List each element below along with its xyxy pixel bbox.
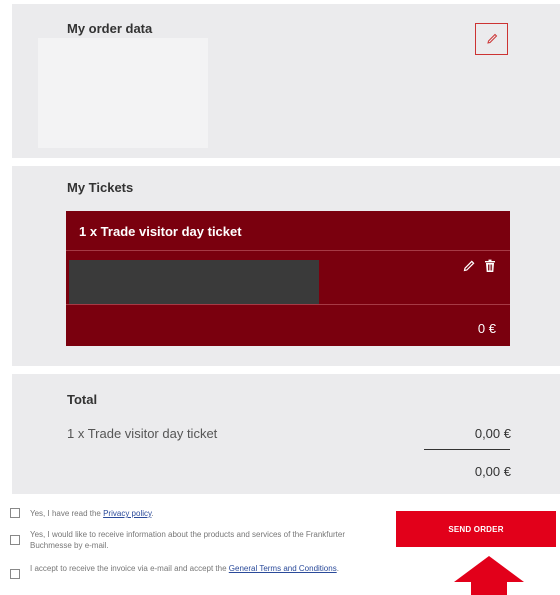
order-data-content [38, 38, 208, 148]
ticket-title: 1 x Trade visitor day ticket [79, 224, 242, 239]
pencil-icon [463, 260, 475, 272]
total-divider [424, 449, 510, 450]
ticket-actions [462, 259, 496, 273]
terms-checkbox[interactable] [10, 569, 20, 579]
consent-privacy: Yes, I have read the Privacy policy. [0, 508, 154, 519]
consent-terms: I accept to receive the invoice via e-ma… [0, 563, 350, 579]
pencil-icon [486, 33, 497, 44]
total-panel: Total 1 x Trade visitor day ticket 0,00 … [12, 374, 560, 494]
consent-text: Yes, I would like to receive information… [30, 530, 345, 550]
consent-text: Yes, I have read the Privacy policy. [30, 509, 154, 518]
consent-text: I accept to receive the invoice via e-ma… [30, 564, 339, 573]
newsletter-checkbox[interactable] [10, 535, 20, 545]
arrow-up-icon [454, 556, 524, 595]
send-order-button[interactable]: SEND ORDER [396, 511, 556, 547]
privacy-policy-link[interactable]: Privacy policy [103, 509, 151, 518]
edit-order-button[interactable] [475, 23, 508, 55]
ticket-card: 1 x Trade visitor day ticket 0 € [66, 211, 510, 346]
order-data-title: My order data [67, 21, 153, 36]
total-line-amount: 0,00 € [474, 426, 511, 441]
trash-icon [485, 259, 495, 272]
edit-ticket-button[interactable] [462, 259, 476, 273]
ticket-divider [66, 304, 510, 305]
grand-total-amount: 0,00 € [474, 464, 511, 479]
total-line-label: 1 x Trade visitor day ticket [67, 426, 218, 441]
tickets-panel: My Tickets 1 x Trade visitor day ticket [12, 166, 560, 366]
ticket-holder-name [69, 260, 319, 304]
total-title: Total [67, 392, 98, 407]
privacy-checkbox[interactable] [10, 508, 20, 518]
delete-ticket-button[interactable] [484, 259, 496, 273]
ticket-price: 0 € [477, 321, 496, 336]
tickets-title: My Tickets [67, 180, 134, 195]
order-data-panel: My order data [12, 4, 560, 158]
consent-newsletter: Yes, I would like to receive information… [0, 529, 350, 551]
ticket-divider [66, 250, 510, 251]
general-terms-link[interactable]: General Terms and Conditions [229, 564, 337, 573]
